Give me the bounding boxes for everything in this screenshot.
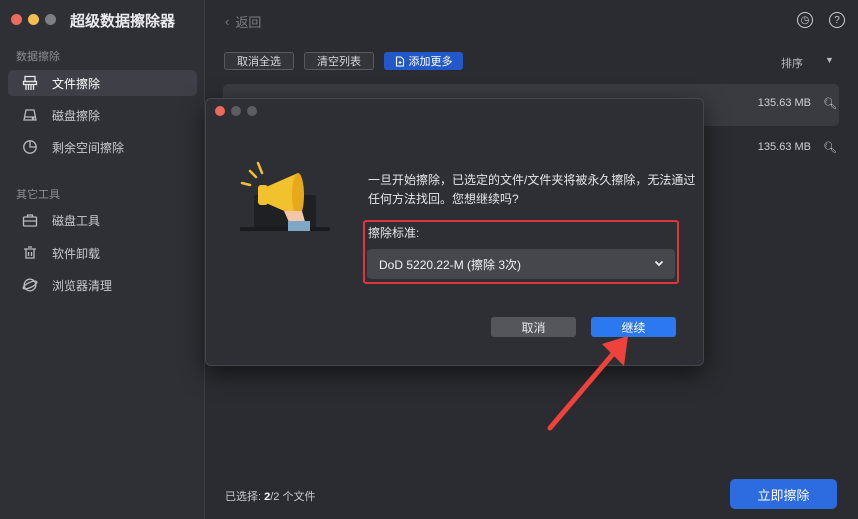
uninstall-icon	[24, 246, 36, 259]
warning-message: 一旦开始擦除，已选定的文件/文件夹将被永久擦除，无法通过任何方法找回。您想继续吗…	[368, 173, 696, 206]
add-more-button[interactable]: 添加更多	[384, 52, 463, 70]
sidebar-item-label: 软件卸载	[52, 246, 101, 261]
add-more-label: 添加更多	[408, 56, 453, 68]
dialog-maximize-button	[247, 106, 257, 116]
sidebar-item-label: 磁盘工具	[52, 213, 101, 228]
toolbox-icon	[22, 214, 38, 227]
back-label: 返回	[235, 15, 262, 30]
confirm-dialog: 一旦开始擦除，已选定的文件/文件夹将被永久擦除，无法通过任何方法找回。您想继续吗…	[205, 98, 704, 366]
chevron-left-icon: ‹	[225, 14, 230, 29]
erase-standard-select[interactable]: DoD 5220.22-M (擦除 3次)	[367, 249, 675, 279]
window-controls	[11, 14, 56, 25]
disk-icon	[23, 109, 37, 121]
dialog-close-button[interactable]	[215, 106, 225, 116]
help-icon[interactable]: ?	[829, 12, 845, 28]
search-icon[interactable]: 🔍︎	[823, 141, 837, 154]
sort-label[interactable]: 排序	[781, 55, 803, 71]
close-window-button[interactable]	[11, 14, 22, 25]
selected-count: 已选择: 2/2 个文件	[225, 488, 315, 504]
sidebar-item-label: 文件擦除	[52, 76, 101, 91]
shredder-icon	[22, 75, 38, 90]
pie-chart-icon	[23, 140, 37, 154]
maximize-window-button[interactable]	[45, 14, 56, 25]
erase-standard-value: DoD 5220.22-M (擦除 3次)	[379, 257, 522, 272]
erase-now-button[interactable]: 立即擦除	[730, 479, 837, 509]
section-label-other-tools: 其它工具	[16, 189, 60, 201]
browser-icon	[22, 278, 38, 292]
dialog-window-controls	[215, 106, 257, 116]
sidebar-item-file-erase[interactable]: 文件擦除	[8, 70, 197, 96]
sidebar-item-disk-erase[interactable]: 磁盘擦除	[8, 102, 197, 128]
sidebar-item-free-space-erase[interactable]: 剩余空间擦除	[8, 134, 197, 160]
erase-standard-label: 擦除标准:	[368, 226, 420, 240]
selected-suffix: /2 个文件	[270, 491, 316, 503]
sidebar: 超级数据擦除器 数据擦除 文件擦除 磁盘擦除 剩余空间擦除 其它工具 磁盘工具 …	[0, 0, 205, 519]
add-file-icon	[395, 55, 404, 67]
file-size: 135.63 MB	[757, 141, 811, 153]
chevron-down-icon[interactable]: ▼	[825, 55, 834, 65]
file-size: 135.63 MB	[757, 97, 811, 109]
megaphone-icon	[240, 161, 330, 231]
chevron-down-icon	[654, 260, 664, 267]
deselect-all-button[interactable]: 取消全选	[224, 52, 294, 70]
dialog-minimize-button	[231, 106, 241, 116]
sidebar-item-browser-cleanup[interactable]: 浏览器清理	[8, 272, 197, 298]
minimize-window-button[interactable]	[28, 14, 39, 25]
sidebar-item-disk-tools[interactable]: 磁盘工具	[8, 207, 197, 233]
sidebar-item-uninstall[interactable]: 软件卸载	[8, 240, 197, 266]
section-label-data-erase: 数据擦除	[16, 51, 60, 63]
history-icon[interactable]: ◷	[797, 12, 813, 28]
sidebar-item-label: 剩余空间擦除	[52, 140, 125, 155]
clear-list-button[interactable]: 清空列表	[304, 52, 374, 70]
app-title: 超级数据擦除器	[70, 13, 176, 30]
annotation-arrow-icon	[547, 336, 628, 431]
selected-prefix: 已选择:	[225, 491, 265, 503]
search-icon[interactable]: 🔍︎	[823, 97, 837, 110]
sidebar-item-label: 浏览器清理	[52, 278, 113, 293]
back-button[interactable]: ‹ 返回	[225, 12, 261, 31]
sidebar-item-label: 磁盘擦除	[52, 108, 101, 123]
